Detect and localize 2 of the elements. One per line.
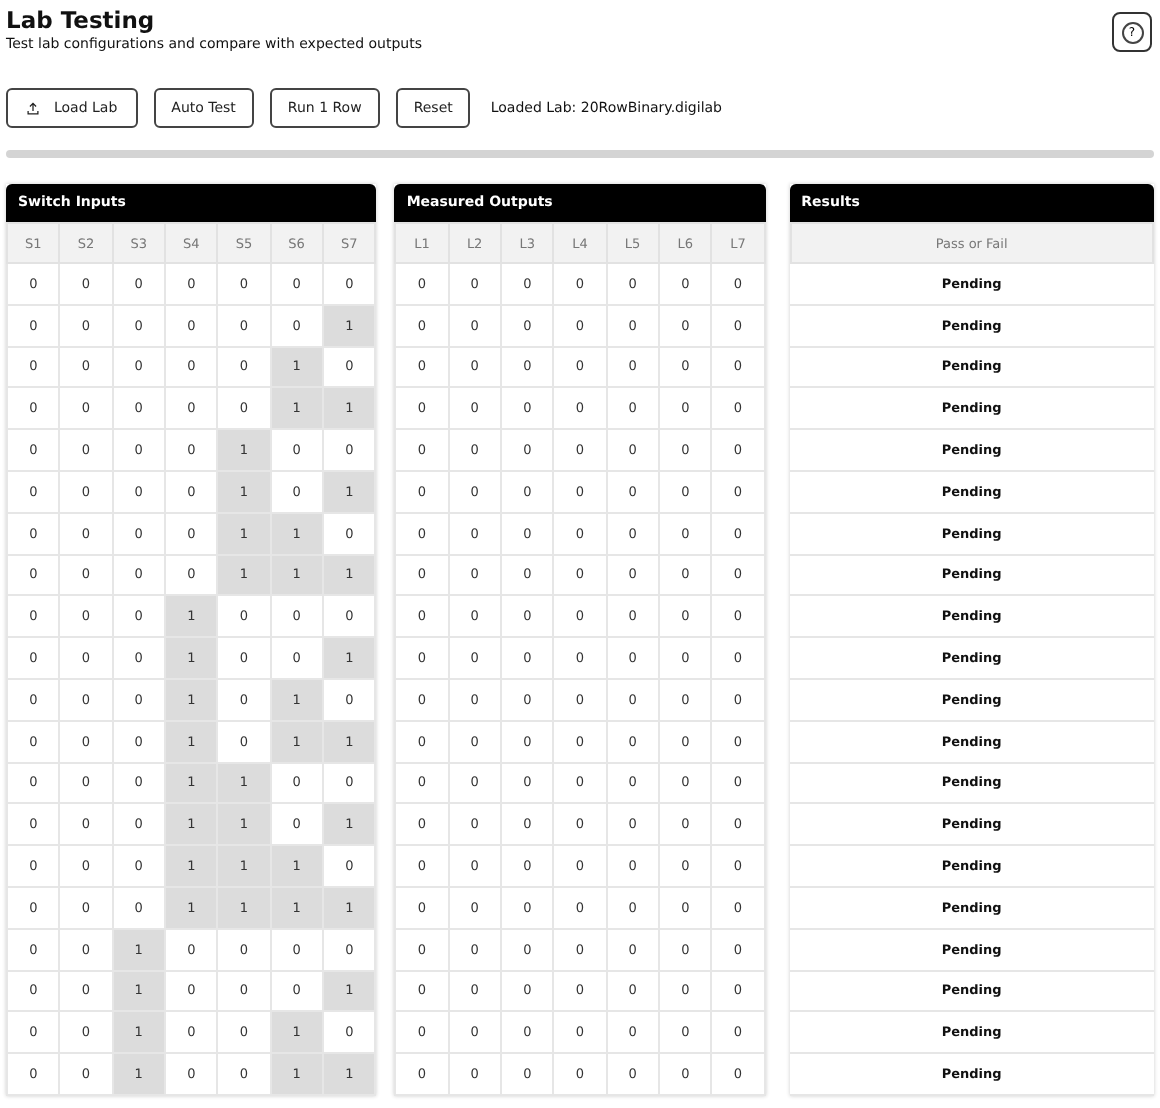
page-title: Lab Testing [6, 6, 157, 34]
upload-icon [26, 101, 40, 115]
